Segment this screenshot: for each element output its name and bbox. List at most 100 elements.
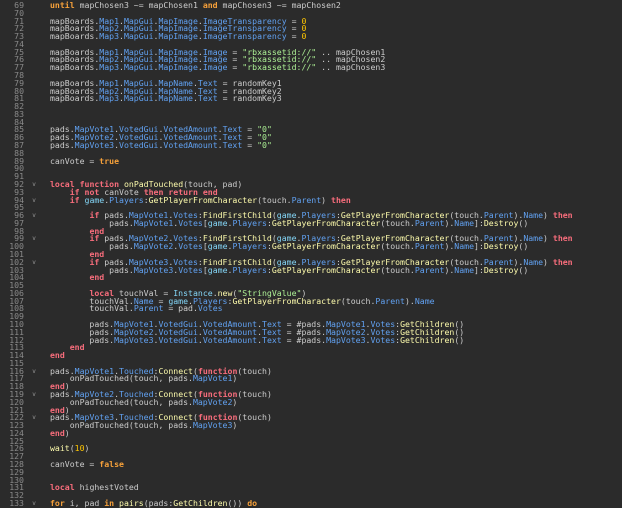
code-line[interactable]: mapBoards.Map3.MapGui.MapName.Text = ran… [50,93,282,104]
fold-toggle-icon[interactable]: v [30,259,38,267]
code-line[interactable]: touchVal.Parent = pad.Votes [50,303,223,314]
code-token: Parent [414,264,445,275]
code-token: mapBoards. [50,62,100,73]
code-token: = [227,62,243,73]
code-token: ). [444,217,455,228]
code-line[interactable]: local highestVoted [50,482,139,493]
code-token: onPadTouched(touch, pads. [50,420,193,431]
code-line[interactable]: until mapChosen3 ~= mapChosen1 and mapCh… [50,0,341,10]
code-line[interactable]: end [50,351,65,360]
code-line[interactable]: pads.MapVote3.VotedGui.VotedAmount.Text … [50,334,465,345]
code-token: MapImage [158,62,198,73]
code-token: GetChildren [173,497,228,508]
code-token: end [50,427,65,438]
code-line[interactable]: mapBoards.Map3.MapGui.MapImage.ImageTran… [50,31,306,42]
fold-toggle-icon[interactable]: v [30,414,38,422]
code-token: game [207,264,228,275]
code-token: Players [232,241,267,252]
code-token: Image [202,62,228,73]
code-token: ) [543,210,553,221]
code-token: VotedAmount [202,334,258,345]
code-token: mapBoards. [50,93,100,104]
code-token: then [552,256,573,267]
fold-column [28,0,42,500]
code-line[interactable]: canVote = false [50,459,124,470]
code-token: then [552,233,573,244]
code-line[interactable]: mapBoards.Map3.MapGui.MapImage.Image = "… [50,62,385,73]
code-line[interactable]: wait(10) [50,443,90,454]
code-token: ) [64,427,70,438]
code-token: Parent [133,303,164,314]
code-token: GetPlayerFromCharacter [271,241,381,252]
code-token: = pad. [163,303,198,314]
code-token: (touch) [237,412,272,423]
code-token: Votes [178,241,203,252]
code-token: ) [232,396,238,407]
code-token: canVote = [50,155,100,166]
code-token: Parent [375,295,405,306]
code-token: () [454,334,465,345]
code-token: GetPlayerFromCharacter [271,217,381,228]
code-line[interactable]: end) [50,427,70,438]
code-token: ). [444,241,455,252]
code-token: () [518,241,529,252]
code-line[interactable]: pads.MapVote1.Votes[game.Players:GetPlay… [50,217,528,228]
code-token: GetChildren [400,334,455,345]
code-token: onPadTouched(touch, pads. [50,396,193,407]
code-token: Name [454,241,475,252]
code-token: game [84,194,105,205]
code-token: VotedGui [158,334,198,345]
code-token: ). [404,295,415,306]
code-token: ]: [474,264,484,275]
code-token: mapChosen3 ~= mapChosen1 [74,0,203,10]
code-token: MapGui [123,62,154,73]
code-token: highestVoted [74,482,139,493]
code-token: i, pad [64,497,105,508]
code-token: (touch. [380,264,415,275]
code-line[interactable]: if game.Players:GetPlayerFromCharacter(t… [50,194,351,205]
code-token: until [50,0,75,10]
code-token: Text [262,334,282,345]
code-line[interactable]: canVote = true [50,155,120,166]
code-token: (touch. [257,194,292,205]
fold-toggle-icon[interactable]: v [30,391,38,399]
code-token: true [99,155,120,166]
code-token: MapVote2 [192,396,233,407]
fold-toggle-icon[interactable]: v [30,500,38,508]
code-line[interactable]: onPadTouched(touch, pads.MapVote3) [50,420,238,431]
code-token: Votes [197,303,223,314]
code-line[interactable]: onPadTouched(touch, pads.MapVote1) [50,374,238,383]
code-token: ) [543,233,553,244]
code-token: mapBoards. [50,31,100,42]
code-token: for [50,497,65,508]
fold-toggle-icon[interactable]: v [30,197,38,205]
code-line[interactable]: end [50,272,104,282]
code-line[interactable]: pads.MapVote3.VotedGui.VotedAmount.Text … [50,140,272,151]
code-line[interactable]: pads.MapVote3.Votes[game.Players:GetPlay… [50,264,528,275]
code-token: wait [50,443,70,454]
fold-toggle-icon[interactable]: v [30,235,38,243]
code-token: MapVote1 [133,217,174,228]
code-token: (touch. [380,241,415,252]
code-line[interactable]: onPadTouched(touch, pads.MapVote2) [50,396,238,407]
code-token: ) [84,443,90,454]
code-token: false [99,459,124,470]
code-line[interactable]: pads.MapVote2.Votes[game.Players:GetPlay… [50,241,529,252]
code-line[interactable]: for i, pad in pairs(pads:GetChildren()) … [50,497,257,508]
code-token: ) [321,194,332,205]
code-editor[interactable]: 69 until mapChosen3 ~= mapChosen1 and map… [0,0,622,507]
fold-toggle-icon[interactable]: v [30,368,38,376]
code-token: VotedAmount [163,140,218,151]
fold-toggle-icon[interactable]: v [30,181,38,189]
code-token: Name [414,295,435,306]
code-token: local [50,482,75,493]
code-token: Parent [414,241,445,252]
fold-toggle-icon[interactable]: v [30,212,38,220]
code-token: Destroy [483,241,519,252]
code-token: ]: [474,217,484,228]
code-token: ()) [227,497,248,508]
code-token: Votes [370,334,396,345]
code-token: MapVote3 [114,334,154,345]
code-token: Players [232,217,267,228]
